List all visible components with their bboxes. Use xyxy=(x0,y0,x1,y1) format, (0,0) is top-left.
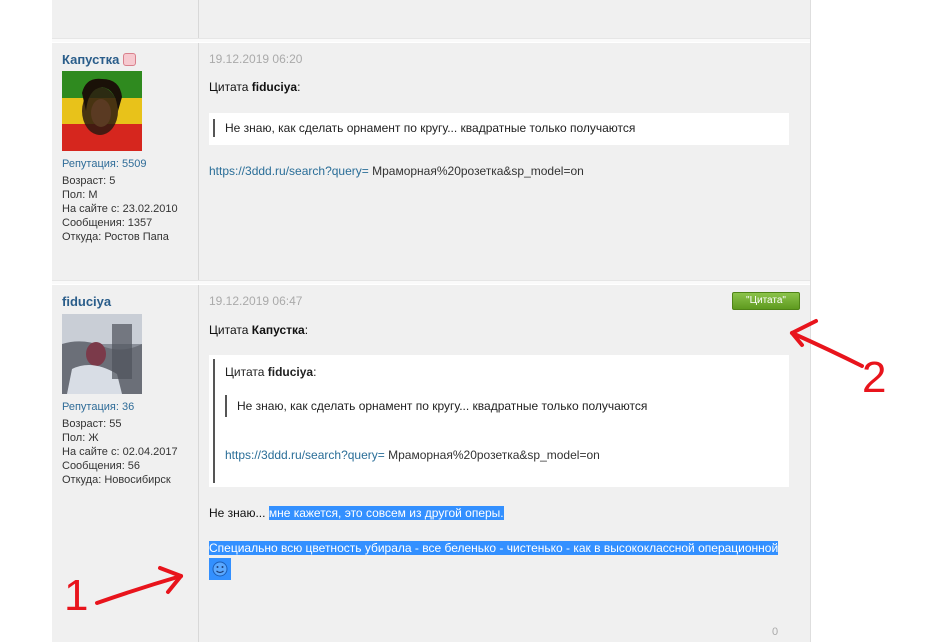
quote-author: Капустка xyxy=(251,323,305,337)
quote-button[interactable]: "Цитата" xyxy=(732,292,800,310)
quote-header: Цитата Капустка: xyxy=(209,323,309,337)
inner-quote-text: Не знаю, как сделать орнамент по кругу..… xyxy=(225,395,780,417)
reputation[interactable]: Репутация: 5509 xyxy=(62,158,146,170)
quote-box: Цитата fiduciya: Не знаю, как сделать ор… xyxy=(209,355,789,487)
avatar[interactable] xyxy=(62,314,142,394)
post-separator xyxy=(52,38,810,42)
inner-search-link[interactable]: https://3ddd.ru/search?query= xyxy=(225,448,385,462)
post-separator xyxy=(52,280,810,284)
inner-link-line: https://3ddd.ru/search?query= Мраморная%… xyxy=(225,448,600,462)
smiley-icon xyxy=(209,558,231,580)
author-name[interactable]: Капустка xyxy=(62,52,119,67)
forum-page: Капустка Репутация: 5509 Возраст: 5 Пол:… xyxy=(0,0,947,642)
post-author[interactable]: Капустка xyxy=(62,52,137,67)
inner-quote-label: Цитата xyxy=(225,365,265,379)
quote-label: Цитата xyxy=(209,80,249,94)
inner-quote-header: Цитата fiduciya: xyxy=(225,365,317,379)
avatar-rasta-image xyxy=(62,71,142,151)
author-name[interactable]: fiduciya xyxy=(62,294,111,309)
post-date: 19.12.2019 06:47 xyxy=(209,294,303,308)
reply-line-2: Специально всю цветность убирала - все б… xyxy=(209,541,779,555)
column-divider xyxy=(198,43,199,280)
right-margin xyxy=(810,0,947,642)
quote-text: Не знаю, как сделать орнамент по кругу..… xyxy=(213,119,789,137)
avatar[interactable] xyxy=(62,71,142,151)
post-date: 19.12.2019 06:20 xyxy=(209,52,303,66)
quote-header: Цитата fiduciya: xyxy=(209,80,301,94)
stat-messages: Сообщения: 56 xyxy=(62,460,141,472)
stat-joined: На сайте с: 23.02.2010 xyxy=(62,203,178,215)
stat-gender: Пол: М xyxy=(62,189,98,201)
post-kapustka: Капустка Репутация: 5509 Возраст: 5 Пол:… xyxy=(52,43,810,280)
quote-body: Цитата fiduciya: Не знаю, как сделать ор… xyxy=(213,359,785,483)
column-divider xyxy=(198,0,199,38)
reply-highlighted-text: мне кажется, это совсем из другой оперы. xyxy=(268,506,504,520)
reply-highlighted-text-2: Специально всю цветность убирала - все б… xyxy=(209,541,779,555)
previous-post-fragment xyxy=(52,0,810,38)
author-stats: Возраст: 55 Пол: Ж На сайте с: 02.04.201… xyxy=(62,417,178,487)
reply-line-1: Не знаю... мне кажется, это совсем из др… xyxy=(209,506,504,520)
author-stats: Возраст: 5 Пол: М На сайте с: 23.02.2010… xyxy=(62,174,178,244)
quote-label: Цитата xyxy=(209,323,249,337)
quote-box: Не знаю, как сделать орнамент по кругу..… xyxy=(209,113,789,145)
stat-gender: Пол: Ж xyxy=(62,432,99,444)
post-content-link-line: https://3ddd.ru/search?query= Мраморная%… xyxy=(209,164,584,178)
stat-location: Откуда: Ростов Папа xyxy=(62,231,169,243)
post-fiduciya: fiduciya Репутация: 36 Возраст: 55 Пол: … xyxy=(52,285,810,642)
left-margin xyxy=(0,0,52,642)
stat-joined: На сайте с: 02.04.2017 xyxy=(62,446,178,458)
column-divider xyxy=(198,285,199,642)
forum-thread: Капустка Репутация: 5509 Возраст: 5 Пол:… xyxy=(52,0,810,642)
inner-quote-author: fiduciya xyxy=(267,365,314,379)
stat-location: Откуда: Новосибирск xyxy=(62,474,171,486)
inner-link-tail-text: Мраморная%20розетка&sp_model=on xyxy=(384,448,600,462)
reply-plain-text: Не знаю... xyxy=(209,506,269,520)
stat-age: Возраст: 55 xyxy=(62,418,122,430)
stat-age: Возраст: 5 xyxy=(62,175,116,187)
search-link[interactable]: https://3ddd.ru/search?query= xyxy=(209,164,369,178)
post-counter: 0 xyxy=(772,626,779,638)
quote-author: fiduciya xyxy=(251,80,298,94)
reputation[interactable]: Репутация: 36 xyxy=(62,401,134,413)
link-tail-text: Мраморная%20розетка&sp_model=on xyxy=(368,164,584,178)
status-badge-icon xyxy=(123,53,137,66)
inner-quote-box: Не знаю, как сделать орнамент по кругу..… xyxy=(225,389,780,425)
stat-messages: Сообщения: 1357 xyxy=(62,217,153,229)
post-author[interactable]: fiduciya xyxy=(62,294,111,309)
avatar-photo-image xyxy=(62,314,142,394)
